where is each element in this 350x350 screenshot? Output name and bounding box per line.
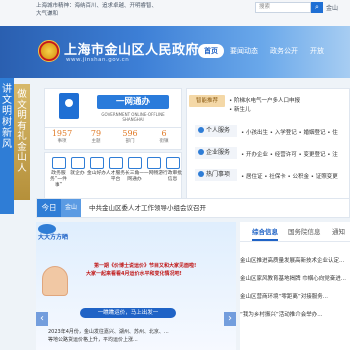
today-headline-bar: 今日 金山 中共金山区委人才工作领导小组会议召开 [36,198,350,218]
top-bar: 上海城市精神：海纳百川、追求卓越、开明睿智、 大气谦和 搜索 ⌕ 金山 [0,0,350,26]
site-title[interactable]: 上海市金山区人民政府 [64,39,199,58]
slogan-line-2: 大气谦和 [36,11,59,17]
news-panel: 综合信息 国务院信息 通知 金山区推进高质量发展高新技术企业认定... 金山区家… [240,222,350,350]
today-headline[interactable]: 中共金山区委人才工作领导小组会议召开 [89,199,206,217]
nav-home[interactable]: 首页 [198,44,224,58]
carousel-next-icon[interactable]: › [224,312,236,326]
stat-towns: 6 街镇 [149,129,179,144]
national-emblem-icon [38,40,60,62]
stat-value: 1957 [51,129,73,138]
promo-line-5: 等地公路货运价格上升，平均运价上涨... [48,337,138,343]
news-item[interactable]: 金山区家风教育基地揭牌 巾帼心向党奋进... [240,274,350,282]
person-icon [108,157,123,169]
nav-open-gov[interactable]: 政务公开 [264,44,304,58]
briefcase-icon [70,157,85,169]
service-stats: 1957 事项 79 主题 596 部门 6 街镇 [44,128,182,150]
stat-label: 街镇 [159,139,169,144]
slogan-line-1: 上海城市精神：海纳百川、追求卓越、开明睿智、 [36,3,158,9]
today-location: 金山 [61,199,81,217]
gear-icon [51,157,66,169]
tab-state-council[interactable]: 国务院信息 [288,226,321,236]
news-item[interactable]: 金山区营商环境“零距离”对接服务... [240,292,350,300]
nav-open[interactable]: 开放 [304,44,330,58]
main-nav: 首页 要闻动态 政务公开 开放 [198,44,330,58]
hot-items-tab[interactable]: 热门事项 [195,169,237,181]
site-header: 上海市金山区人民政府 www.jinshan.gov.cn 首页 要闻动态 政务… [0,26,350,78]
one-net-portal-card[interactable]: 一网通办 GOVERNMENT ONLINE-OFFLINE SHANGHAI [44,88,182,128]
news-item[interactable]: “我为乡村振兴”活动推介会举办... [240,310,350,318]
service-approval[interactable]: 行政审批信息 [161,157,184,183]
civility-banner-right[interactable]: 做文明有礼金山人 [14,84,30,200]
tab-notices[interactable]: 通知 [332,226,345,236]
news-tabs: 综合信息 国务院信息 通知 [240,222,350,242]
network-icon [127,157,142,169]
shanghai-gateway-icon [59,93,79,119]
promo-heading: 大大方方晒 [38,234,69,241]
enterprise-service-links[interactable]: • 开办企业 • 经营许可 • 变更登记 • 注 [241,150,338,158]
document-icon [89,157,104,169]
search-icon: ⌕ [315,3,319,11]
stat-themes: 79 主题 [81,129,111,144]
promo-ribbon: 一瞧瞧运价，马上出发一 [80,308,176,318]
enterprise-service-tab[interactable]: 企业服务 [195,147,237,159]
civility-banner-left[interactable]: 讲文明树新风 [0,78,14,214]
doctor-figure-icon [42,266,68,296]
nav-news[interactable]: 要闻动态 [224,44,264,58]
search-button[interactable]: ⌕ [311,2,323,13]
stat-label: 部门 [125,139,135,144]
portal-name: 一网通办 [97,95,169,109]
stat-departments: 596 部门 [115,129,145,144]
price-promo-banner[interactable]: 大大方方晒 第一期《价博士说运价》节目又和大家见面啦! 大家一起来看看4月运价水… [36,222,236,350]
promo-line-1: 第一期《价博士说运价》节目又和大家见面啦! [94,263,197,269]
stat-value: 596 [122,129,138,138]
stat-items: 1957 事项 [47,129,77,144]
region-link[interactable]: 金山 [326,3,338,12]
map-icon [146,157,161,169]
promo-line-4: 2023年4月份，金山发往嘉兴、湖州、苏州、北京、... [48,329,169,335]
civility-banner-right-text: 做文明有礼金山人 [17,89,27,174]
news-item[interactable]: 金山区推进高质量发展高新技术企业认定... [240,256,350,264]
service-label: 行政审批信息 [162,171,183,182]
site-domain: www.jinshan.gov.cn [66,57,130,63]
promo-line-2: 大家一起来看看4月运价水平和变化情况吧! [86,271,182,277]
clipboard-icon [165,157,180,169]
personal-service-links[interactable]: • 小孩出生 • 入学登记 • 婚姻登记 • 住 [241,128,338,136]
personal-service-tab[interactable]: 个人服务 [195,125,237,137]
stat-value: 6 [161,129,167,138]
search-input[interactable]: 搜索 [255,2,311,13]
carousel-prev-icon[interactable]: ‹ [36,312,48,326]
stat-label: 主题 [91,139,101,144]
service-panel: 智能推荐 • 阶梯水电气一户多人口申报 • 新生儿 个人服务 • 小孩出生 • … [186,88,350,210]
city-slogan: 上海城市精神：海纳百川、追求卓越、开明睿智、 大气谦和 [36,2,166,18]
smart-recommend-label: 智能推荐 [189,95,225,107]
portal-subtitle: GOVERNMENT ONLINE-OFFLINE SHANGHAI [101,112,165,122]
stat-label: 事项 [57,139,67,144]
stat-value: 79 [90,129,102,138]
hot-items-links[interactable]: • 居住证 • 社保卡 • 公积金 • 证照变更 [241,172,338,180]
recommend-item[interactable]: • 新生儿 [229,105,251,113]
today-tag: 今日 [37,199,61,217]
recommend-item[interactable]: • 阶梯水电气一户多人口申报 [229,96,300,104]
tab-general-info[interactable]: 综合信息 [252,226,278,241]
